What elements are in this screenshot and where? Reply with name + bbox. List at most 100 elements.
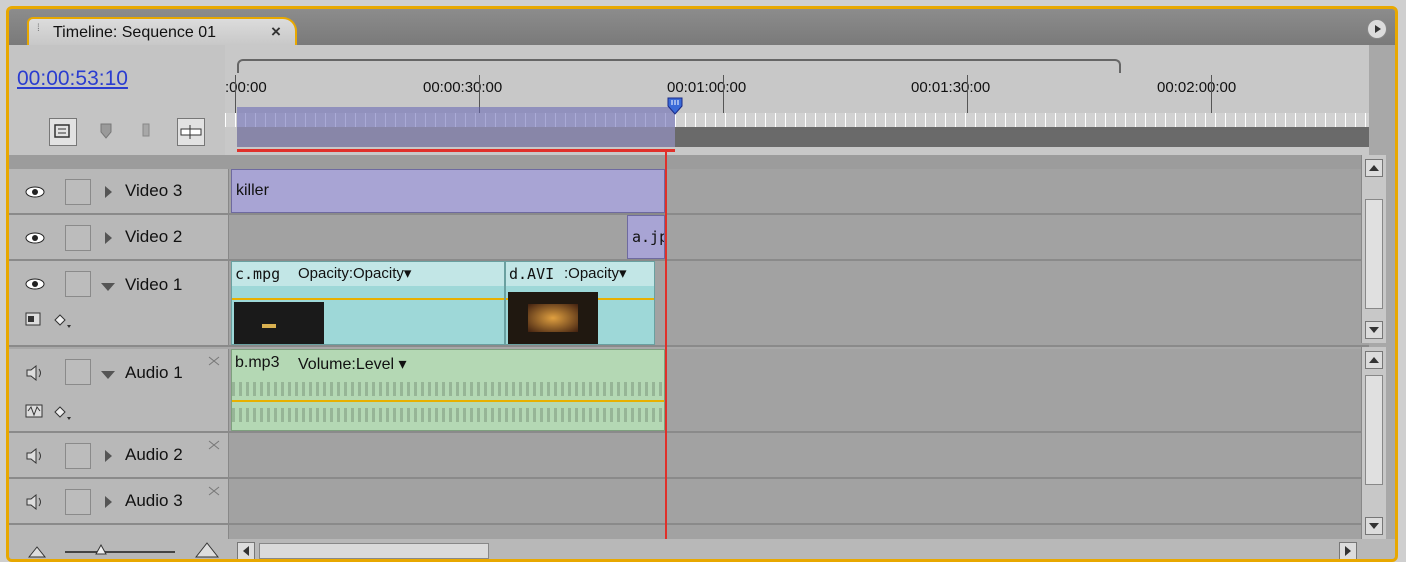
lock-toggle[interactable] (65, 179, 91, 205)
ruler-label: 00:01:30:00 (911, 79, 991, 96)
horizontal-scroll-thumb[interactable] (259, 543, 489, 559)
set-unnumbered-marker-button[interactable] (133, 118, 161, 146)
waveform-display-icon[interactable] (25, 403, 45, 419)
expand-arrow-icon[interactable] (105, 186, 112, 198)
track-header: Video 2 (9, 215, 229, 259)
eye-icon[interactable] (25, 277, 45, 291)
panel-menu-button[interactable] (1367, 19, 1387, 39)
arrow-left-icon (243, 546, 249, 556)
track-header: Audio 1 (9, 349, 229, 431)
effect-dropdown[interactable]: Volume:Level ▾ (298, 354, 407, 374)
scroll-thumb[interactable] (1365, 375, 1383, 485)
ruler-label: :00:00 (225, 79, 267, 96)
stereo-icon (208, 486, 220, 496)
eye-icon[interactable] (25, 185, 45, 199)
track-video-2: Video 2 a.jp (9, 215, 1369, 261)
volume-rubberband[interactable] (232, 400, 664, 402)
marker-icon (100, 123, 112, 139)
clip-label: c.mpg (235, 265, 281, 283)
snap-toggle-button[interactable] (49, 118, 77, 146)
lock-toggle[interactable] (65, 271, 91, 297)
collapse-arrow-icon[interactable] (101, 283, 115, 291)
tab-grip-icon[interactable]: ⁞ (37, 24, 43, 39)
track-audio-2: Audio 2 (9, 433, 1369, 479)
expand-arrow-icon[interactable] (105, 232, 112, 244)
snap-icon (54, 124, 70, 138)
speaker-icon[interactable] (25, 448, 45, 464)
audio-vertical-scrollbar[interactable] (1361, 347, 1386, 539)
scroll-up-button[interactable] (1365, 159, 1383, 177)
tab-close-button[interactable]: × (271, 22, 281, 42)
stereo-icon (208, 440, 220, 450)
track-audio-1: Audio 1 b.mp3 Volume:Level ▾ (9, 349, 1369, 433)
clip-thumbnail (508, 292, 598, 344)
timeline-footer (9, 539, 1395, 559)
lock-toggle[interactable] (65, 443, 91, 469)
ruler-label: 00:00:30:00 (423, 79, 503, 96)
sequence-marker-button[interactable] (177, 118, 205, 146)
timeline-panel: ⁞ Timeline: Sequence 01 × 00:00:53:10 :0… (6, 6, 1398, 562)
track-video-1: Video 1 c.mpg Opacity:Opacity▾ d.AVI :Op… (9, 261, 1369, 347)
work-area-bar[interactable] (237, 107, 675, 127)
keyframe-icon[interactable] (53, 313, 73, 329)
effect-label: Volume:Level (298, 356, 395, 373)
effect-dropdown[interactable]: :Opacity▾ (564, 264, 627, 282)
scroll-thumb[interactable] (1365, 199, 1383, 309)
lock-toggle[interactable] (65, 489, 91, 515)
clip-label: b.mp3 (235, 354, 280, 371)
lock-toggle[interactable] (65, 359, 91, 385)
collapse-arrow-icon[interactable] (101, 371, 115, 379)
arrow-down-icon (1369, 523, 1379, 529)
track-name: Audio 3 (125, 491, 183, 510)
track-name: Video 1 (125, 275, 183, 294)
timeline-controls: 00:00:53:10 (9, 45, 225, 155)
ruler-label: 00:01:00:00 (667, 79, 747, 96)
clip-c-mpg[interactable]: c.mpg Opacity:Opacity▾ (231, 261, 505, 345)
speaker-icon[interactable] (25, 365, 45, 381)
render-bar (237, 127, 1369, 147)
tab-timeline-sequence[interactable]: ⁞ Timeline: Sequence 01 × (27, 17, 297, 45)
expand-arrow-icon[interactable] (105, 450, 112, 462)
playhead-handle-icon[interactable] (667, 97, 683, 115)
zoom-scroll-bar[interactable] (237, 59, 1121, 73)
time-ruler[interactable]: :00:00 00:00:30:00 00:01:00:00 00:01:30:… (225, 45, 1369, 155)
opacity-rubberband[interactable] (232, 298, 504, 300)
track-name: Audio 2 (125, 445, 183, 464)
effect-dropdown[interactable]: Opacity:Opacity▾ (298, 264, 411, 282)
track-name: Video 3 (125, 181, 183, 200)
clip-a-jpg[interactable]: a.jp (627, 215, 665, 259)
current-time-display[interactable]: 00:00:53:10 (17, 67, 128, 91)
zoom-in-icon[interactable] (195, 541, 219, 559)
track-header: Audio 3 (9, 479, 229, 523)
dropdown-arrow-icon: ▾ (398, 356, 407, 373)
zoom-out-icon[interactable] (27, 543, 47, 559)
keyframe-icon[interactable] (53, 405, 73, 421)
playhead-line[interactable] (665, 149, 667, 553)
dropdown-arrow-icon: ▾ (619, 265, 627, 282)
clip-d-avi[interactable]: d.AVI :Opacity▾ (505, 261, 655, 345)
track-video-3: Video 3 killer (9, 169, 1369, 215)
set-marker-button[interactable] (93, 118, 121, 146)
waveform-left (232, 382, 664, 396)
scroll-up-button[interactable] (1365, 351, 1383, 369)
zoom-slider-thumb[interactable] (95, 543, 107, 555)
track-name: Video 2 (125, 227, 183, 246)
track-header (9, 525, 229, 539)
lock-toggle[interactable] (65, 225, 91, 251)
arrow-down-icon (1369, 327, 1379, 333)
clip-b-mp3[interactable]: b.mp3 Volume:Level ▾ (231, 349, 665, 431)
scroll-down-button[interactable] (1365, 517, 1383, 535)
arrow-up-icon (1369, 357, 1379, 363)
video-vertical-scrollbar[interactable] (1361, 155, 1386, 343)
arrow-right-icon (1345, 546, 1351, 556)
scroll-right-button[interactable] (1339, 542, 1357, 559)
waveform-right (232, 408, 664, 422)
eye-icon[interactable] (25, 231, 45, 245)
zoom-slider[interactable] (65, 551, 175, 553)
expand-arrow-icon[interactable] (105, 496, 112, 508)
scroll-left-button[interactable] (237, 542, 255, 559)
scroll-down-button[interactable] (1365, 321, 1383, 339)
speaker-icon[interactable] (25, 494, 45, 510)
clip-killer[interactable]: killer (231, 169, 665, 213)
display-style-icon[interactable] (25, 311, 43, 327)
